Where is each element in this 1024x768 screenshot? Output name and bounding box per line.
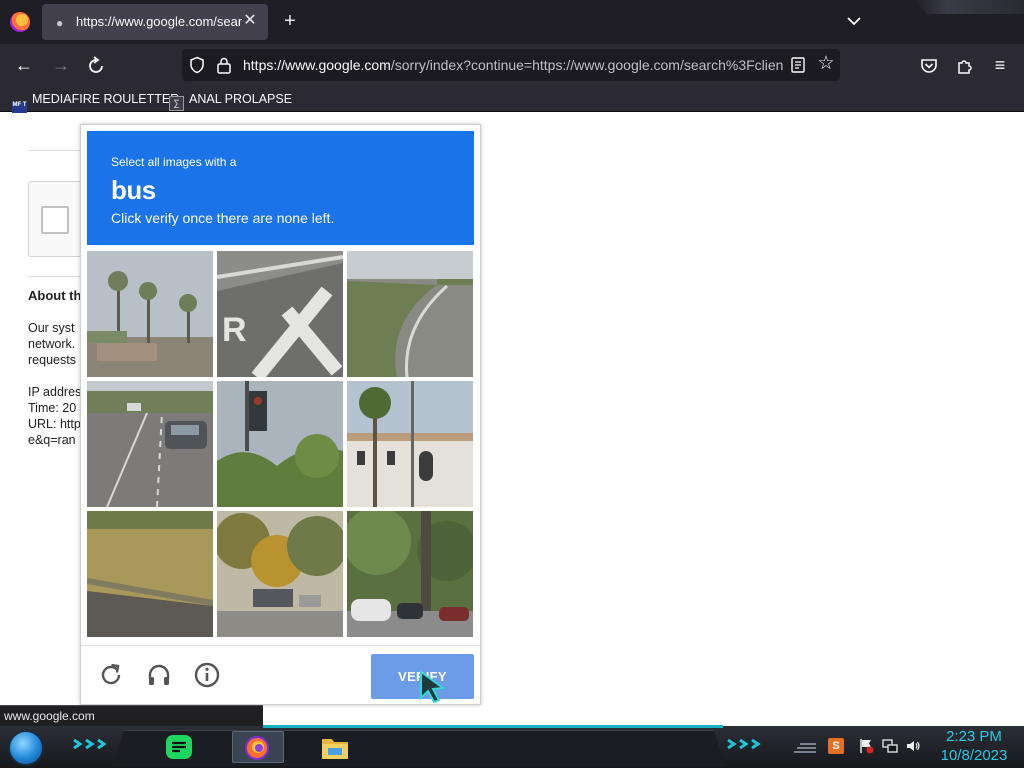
meta-line: Time: 20 [28,401,77,415]
bookmark-star-icon[interactable]: ☆ [816,54,836,74]
tracking-protection-shield-icon[interactable] [188,56,206,74]
url-path: /sorry/index?continue=https://www.google… [390,57,783,73]
tab-title: https://www.google.com/search?client [76,14,242,29]
tray-app-icon[interactable]: S [828,738,844,754]
clock-time: 2:23 PM [946,728,1002,745]
taskbar-decoration-chevrons-icon [73,738,107,750]
reload-icon[interactable] [85,55,107,77]
extensions-puzzle-icon[interactable] [954,55,976,77]
list-all-tabs-chevron-down-icon[interactable] [845,12,863,30]
url-bar[interactable]: https://www.google.com/sorry/index?conti… [182,49,840,81]
bookmark-label: ANAL PROLAPSE [189,92,293,106]
taskbar-decoration-chevrons-icon [727,738,761,750]
firefox-logo-icon [10,12,30,32]
audio-challenge-headphones-icon[interactable] [145,661,173,689]
image-tile-6[interactable] [347,381,473,507]
bookmark-label: MEDIAFIRE ROULETTER [32,92,180,106]
recaptcha-challenge: Select all images with a bus Click verif… [80,124,481,705]
new-tab-icon[interactable]: + [280,11,300,31]
image-tile-8[interactable] [217,511,343,637]
bookmarks-toolbar: MF T MEDIAFIRE ROULETTER ∑ ANAL PROLAPSE [0,86,1024,117]
action-center-flag-icon[interactable] [858,738,874,754]
start-orb-icon[interactable] [8,730,44,766]
browser-tab[interactable]: ● https://www.google.com/search?client ✕ [42,4,268,40]
meta-line: e&q=ran [28,433,76,447]
svg-text:R: R [222,311,247,349]
mouse-cursor-icon [420,670,446,704]
target-object: bus [111,175,156,205]
close-tab-icon[interactable]: ✕ [240,11,260,31]
taskbar-frame [112,730,726,766]
help-info-icon[interactable] [193,661,221,689]
volume-speaker-icon[interactable] [905,738,921,754]
forward-arrow-icon[interactable]: → [50,54,72,76]
status-url-tooltip: www.google.com [0,705,263,726]
taskbar-clock[interactable]: 2:23 PM 10/8/2023 [934,727,1014,765]
instruction-small: Select all images with a [111,155,237,169]
tab-bar: ● https://www.google.com/search?client ✕… [0,0,1024,44]
divider [28,276,88,277]
hamburger-menu-icon[interactable]: ≡ [989,54,1011,76]
body-text-line: network. [28,337,76,351]
navigation-toolbar: ← → https://www.google.com/sorry/index?c… [0,44,1024,86]
taskbar-accent-line [263,725,723,728]
recaptcha-anchor[interactable] [28,181,88,257]
back-arrow-icon[interactable]: ← [13,54,35,76]
url-domain: https://www.google.com [243,57,391,73]
image-tile-1[interactable] [87,251,213,377]
firefox-icon [245,736,269,760]
window-decoration [914,0,1024,14]
image-tile-3[interactable] [347,251,473,377]
bookmark-second[interactable]: ∑ ANAL PROLAPSE [169,90,293,111]
notes-app-icon[interactable] [164,731,194,763]
about-heading: About th [28,288,82,303]
taskbar: S 2:23 PM 10/8/2023 [0,725,1024,768]
not-a-robot-checkbox[interactable] [41,206,69,234]
instruction-sub: Click verify once there are none left. [111,210,335,226]
image-tile-2[interactable]: R [217,251,343,377]
firefox-taskbar-button[interactable] [232,731,284,763]
body-text-line: Our syst [28,321,75,335]
image-tile-5[interactable] [217,381,343,507]
image-tile-4[interactable] [87,381,213,507]
reader-view-icon[interactable] [790,56,806,74]
clock-date: 10/8/2023 [940,747,1008,764]
tab-loading-dot-icon: ● [56,16,64,30]
bookmark-mediafire-rouletter[interactable]: MF T MEDIAFIRE ROULETTER [12,90,180,117]
image-grid: R [87,251,474,638]
url-text[interactable]: https://www.google.com/sorry/index?conti… [243,57,783,73]
image-tile-9[interactable] [347,511,473,637]
reload-challenge-icon[interactable] [97,661,125,689]
body-text-line: requests [28,353,76,367]
image-tile-7[interactable] [87,511,213,637]
divider [28,150,88,151]
network-icon[interactable] [882,738,898,754]
lock-icon[interactable] [216,56,232,74]
challenge-prompt: Select all images with a bus Click verif… [87,131,474,245]
meta-line: IP addres [28,385,82,399]
pocket-icon[interactable] [918,55,940,77]
bookmark-favicon-icon: ∑ [169,96,184,111]
footer-divider [81,645,480,646]
file-explorer-icon[interactable] [320,731,350,763]
meta-line: URL: http [28,417,81,431]
tray-network-bars-icon [794,743,816,753]
